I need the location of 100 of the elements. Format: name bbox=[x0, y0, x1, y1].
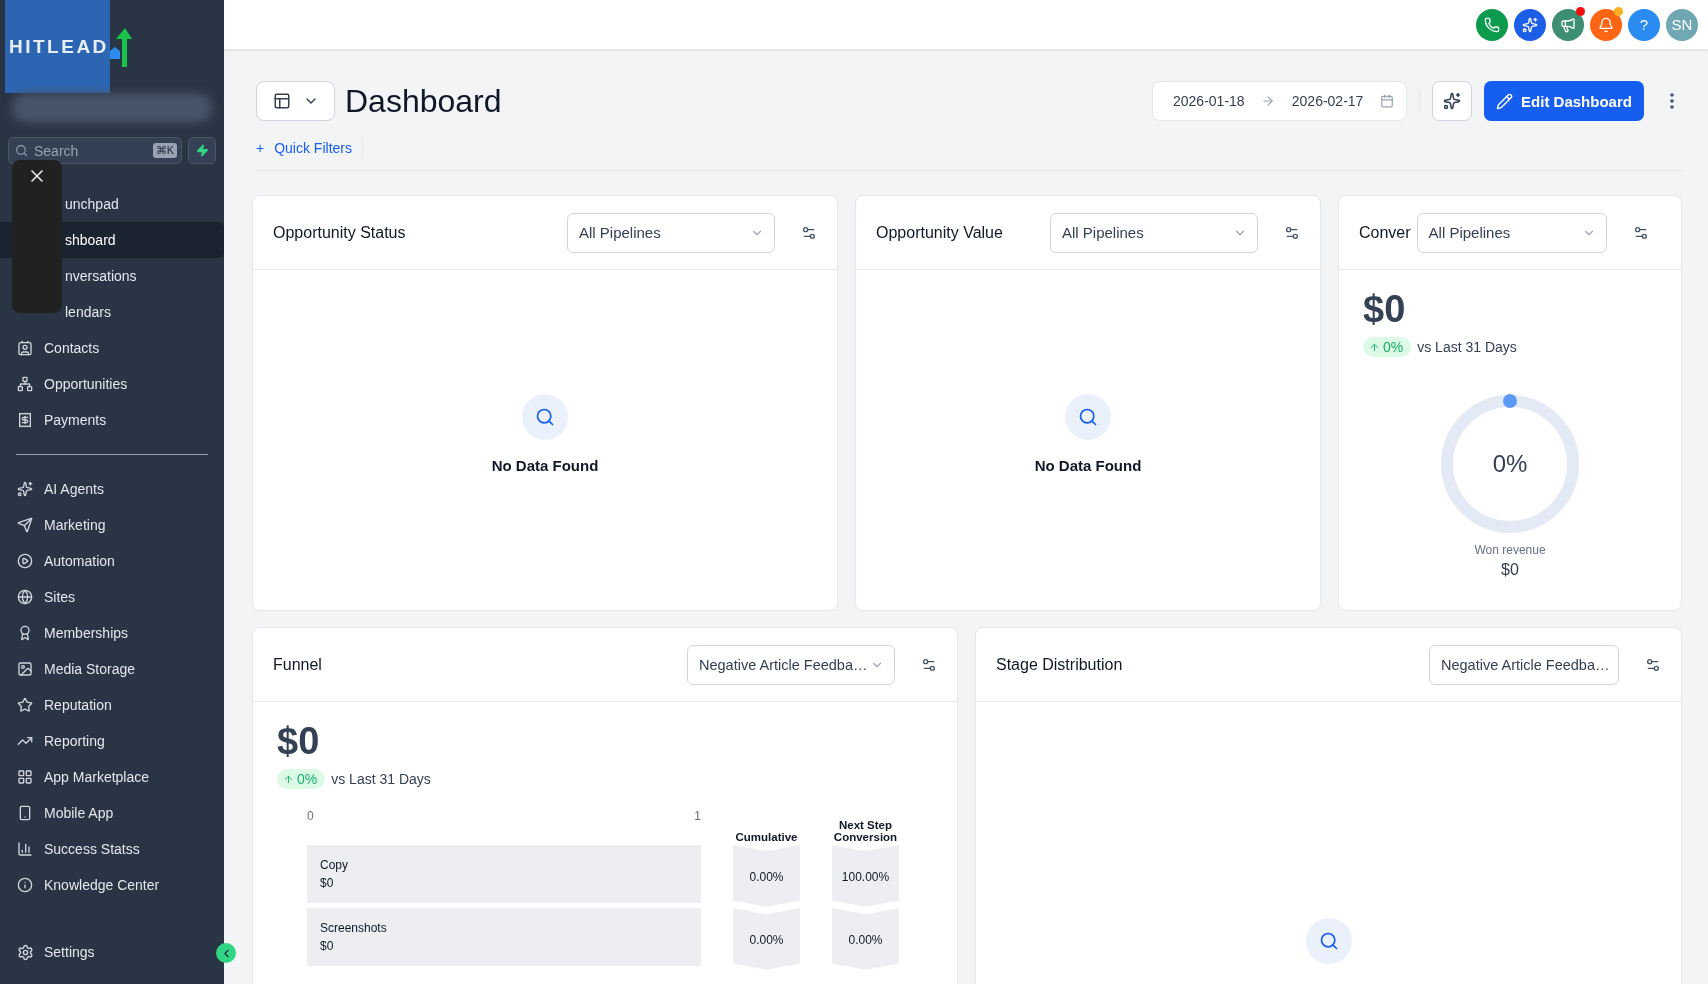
pipeline-select[interactable]: All Pipelines bbox=[567, 212, 775, 253]
collapse-button[interactable] bbox=[216, 943, 236, 963]
filter-settings-icon[interactable] bbox=[1645, 656, 1661, 673]
search-icon bbox=[1065, 394, 1111, 440]
bolt-button[interactable] bbox=[188, 137, 216, 164]
sparkles-icon bbox=[1522, 16, 1538, 33]
nav-icon bbox=[17, 481, 33, 497]
filter-settings-icon[interactable] bbox=[921, 656, 937, 673]
sidebar-item[interactable]: unchpad bbox=[0, 186, 224, 222]
card-title: Funnel bbox=[273, 655, 323, 674]
card-title: Opportunity Status bbox=[273, 223, 406, 242]
filter-settings-icon[interactable] bbox=[801, 224, 817, 241]
layout-icon bbox=[272, 92, 291, 110]
edit-dashboard-button[interactable]: Edit Dashboard bbox=[1484, 81, 1644, 121]
filter-settings-icon[interactable] bbox=[1632, 224, 1649, 241]
card-title: Opportunity Value bbox=[876, 223, 1003, 242]
sidebar-item[interactable]: Memberships bbox=[0, 615, 224, 651]
sidebar-item[interactable]: lendars bbox=[0, 294, 224, 330]
gauge-value: $0 bbox=[1501, 561, 1519, 579]
search-icon bbox=[15, 144, 28, 157]
pipeline-select[interactable]: All Pipelines bbox=[1416, 212, 1607, 253]
stage-value: $0 bbox=[320, 939, 335, 953]
pencil-icon bbox=[1496, 92, 1514, 110]
gauge-caption: Won revenue bbox=[1474, 543, 1546, 557]
cumulative-chevron: 0.00% bbox=[733, 845, 800, 908]
change-badge: 0% bbox=[1363, 337, 1412, 357]
nav-icon bbox=[17, 412, 33, 428]
stage-name: Copy bbox=[320, 858, 349, 872]
sidebar-item[interactable]: App Marketplace bbox=[0, 759, 224, 795]
sparkles-button[interactable] bbox=[1514, 8, 1546, 41]
page-title: Dashboard bbox=[345, 82, 502, 120]
conversion-chevron: 0.00% bbox=[832, 908, 899, 971]
gauge-percent: 0% bbox=[1492, 450, 1528, 478]
search-input[interactable]: Search bbox=[34, 142, 147, 159]
nav-icon bbox=[17, 625, 33, 641]
empty-message: No Data Found bbox=[491, 457, 599, 474]
empty-message: No Data Found bbox=[1034, 457, 1142, 474]
nav-icon bbox=[17, 589, 33, 605]
sparkles-button[interactable] bbox=[1432, 81, 1472, 121]
axis-tick: 1 bbox=[694, 809, 701, 825]
sidebar-item[interactable]: Payments bbox=[0, 402, 224, 438]
search-field[interactable]: Search ⌘K bbox=[8, 137, 182, 164]
filter-settings-icon[interactable] bbox=[1284, 224, 1300, 241]
sidebar-item[interactable]: Opportunities bbox=[0, 366, 224, 402]
comparison-text: vs Last 31 Days bbox=[1417, 339, 1517, 355]
cumulative-chevron: 0.00% bbox=[733, 908, 800, 971]
change-badge: 0% bbox=[277, 769, 326, 789]
nav-icon bbox=[17, 661, 33, 677]
nav-icon bbox=[17, 697, 33, 713]
quick-filters-link[interactable]: + Quick Filters bbox=[256, 140, 352, 156]
megaphone-button[interactable] bbox=[1552, 8, 1584, 41]
sparkles-icon bbox=[1443, 92, 1461, 110]
sidebar-item[interactable]: Success Statss bbox=[0, 831, 224, 867]
sidebar-item[interactable]: Reputation bbox=[0, 687, 224, 723]
sidebar-item[interactable]: nversations bbox=[0, 258, 224, 294]
arrow-logo-icon bbox=[110, 26, 132, 67]
settings-icon bbox=[17, 943, 34, 961]
card-title: Conver bbox=[1359, 223, 1411, 242]
sidebar-item[interactable]: Knowledge Center bbox=[0, 867, 224, 903]
nav-icon bbox=[17, 553, 33, 569]
shortcut-key: ⌘K bbox=[152, 143, 177, 158]
amount-value: $0 bbox=[277, 720, 321, 763]
column-header: Next Step Conversion bbox=[832, 818, 899, 845]
pipeline-select[interactable]: All Pipelines bbox=[1050, 212, 1258, 253]
nav-icon bbox=[17, 841, 33, 857]
sidebar-item[interactable]: Marketing bbox=[0, 507, 224, 543]
arrow-right-icon bbox=[1261, 94, 1276, 108]
phone-icon bbox=[1484, 16, 1500, 33]
megaphone-icon bbox=[1560, 16, 1576, 33]
sidebar-item[interactable]: Sites bbox=[0, 579, 224, 615]
sidebar-item[interactable]: Automation bbox=[0, 543, 224, 579]
sidebar-item[interactable]: AI Agents bbox=[0, 471, 224, 507]
bell-icon bbox=[1598, 16, 1614, 33]
pipeline-select[interactable]: Negative Article Feedba… bbox=[687, 644, 895, 685]
stage-value: $0 bbox=[320, 876, 335, 890]
sidebar-item[interactable]: Contacts bbox=[0, 330, 224, 366]
pipeline-select[interactable]: Negative Article Feedba… bbox=[1429, 644, 1619, 685]
settings-item[interactable]: Settings bbox=[0, 934, 190, 970]
layout-button[interactable] bbox=[256, 81, 335, 121]
sidebar-item[interactable]: Mobile App bbox=[0, 795, 224, 831]
column-header: Cumulative bbox=[734, 829, 799, 845]
nav-icon bbox=[17, 340, 33, 356]
bolt-icon bbox=[195, 144, 209, 157]
date-range-field[interactable]: 2026-01-18 2026-02-17 bbox=[1152, 81, 1407, 121]
sidebar-item[interactable]: Media Storage bbox=[0, 651, 224, 687]
nav-icon bbox=[17, 376, 33, 392]
calendar-icon bbox=[1380, 94, 1394, 108]
nav-icon bbox=[17, 805, 33, 821]
search-icon bbox=[522, 394, 568, 440]
stage-name: Screenshots bbox=[320, 921, 388, 935]
nav-icon bbox=[17, 517, 33, 533]
nav-icon bbox=[17, 769, 33, 785]
sidebar-item[interactable]: Reporting bbox=[0, 723, 224, 759]
nav-icon bbox=[17, 877, 33, 893]
bell-button[interactable] bbox=[1590, 8, 1622, 41]
search-icon bbox=[1305, 918, 1352, 964]
arrow-up-icon bbox=[283, 773, 294, 785]
more-icon bbox=[1670, 93, 1674, 109]
logo[interactable]: HITLEAD bbox=[5, 0, 110, 93]
phone-button[interactable] bbox=[1476, 8, 1508, 41]
